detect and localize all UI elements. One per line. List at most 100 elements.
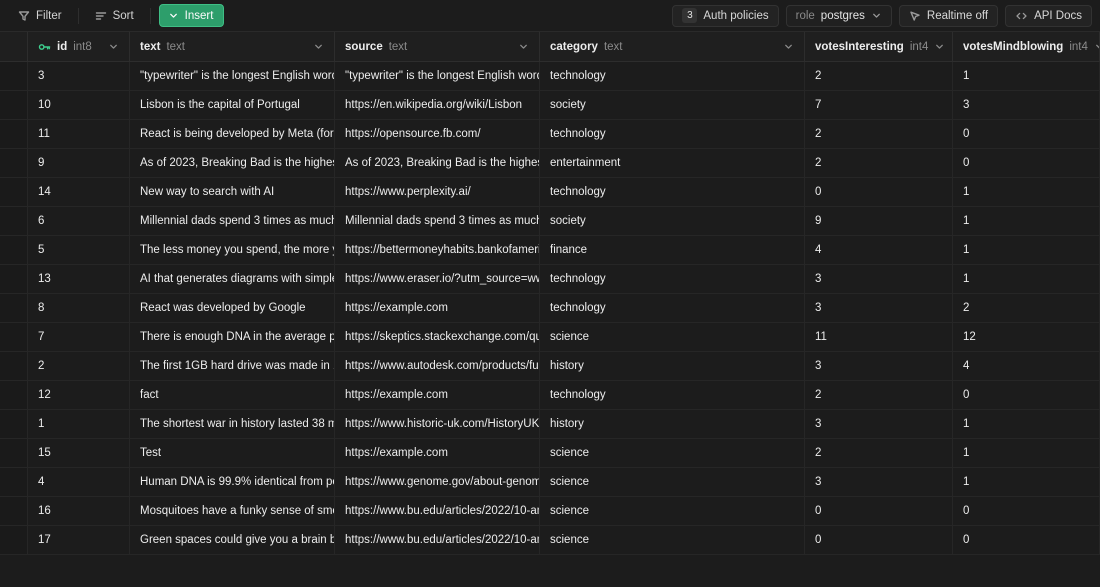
table-row[interactable]: 4 Human DNA is 99.9% identical from pers h… [0,468,1100,497]
cell-source[interactable]: https://en.wikipedia.org/wiki/Lisbon [335,91,540,119]
cell-text[interactable]: React was developed by Google [130,294,335,322]
cell-votesmindblowing[interactable]: 2 [953,294,1100,322]
cell-votesmindblowing[interactable]: 0 [953,526,1100,554]
column-header-source[interactable]: source text [335,32,540,61]
filter-button[interactable]: Filter [10,5,70,27]
cell-id[interactable]: 11 [28,120,130,148]
cell-category[interactable]: technology [540,381,805,409]
cell-source[interactable]: https://bettermoneyhabits.bankofamerica [335,236,540,264]
realtime-toggle-button[interactable]: Realtime off [898,4,999,27]
cell-votesinteresting[interactable]: 7 [805,91,953,119]
cell-category[interactable]: history [540,352,805,380]
cell-votesmindblowing[interactable]: 1 [953,178,1100,206]
row-select-gutter[interactable] [0,120,28,148]
cell-source[interactable]: https://www.bu.edu/articles/2022/10-am [335,526,540,554]
cell-votesinteresting[interactable]: 3 [805,410,953,438]
cell-id[interactable]: 8 [28,294,130,322]
row-select-gutter[interactable] [0,526,28,554]
cell-source[interactable]: https://opensource.fb.com/ [335,120,540,148]
table-row[interactable]: 3 "typewriter" is the longest English wor… [0,62,1100,91]
cell-source[interactable]: https://example.com [335,381,540,409]
table-row[interactable]: 11 React is being developed by Meta (form… [0,120,1100,149]
cell-id[interactable]: 6 [28,207,130,235]
row-select-gutter[interactable] [0,62,28,90]
cell-source[interactable]: https://example.com [335,294,540,322]
cell-votesinteresting[interactable]: 3 [805,265,953,293]
cell-id[interactable]: 1 [28,410,130,438]
cell-text[interactable]: React is being developed by Meta (forme [130,120,335,148]
chevron-down-icon[interactable] [313,41,324,52]
cell-votesinteresting[interactable]: 2 [805,62,953,90]
cell-votesinteresting[interactable]: 4 [805,236,953,264]
cell-id[interactable]: 4 [28,468,130,496]
cell-text[interactable]: There is enough DNA in the average pers [130,323,335,351]
cell-text[interactable]: "typewriter" is the longest English word… [130,62,335,90]
cell-category[interactable]: society [540,91,805,119]
cell-votesinteresting[interactable]: 0 [805,526,953,554]
row-select-gutter[interactable] [0,410,28,438]
cell-votesmindblowing[interactable]: 0 [953,497,1100,525]
cell-source[interactable]: https://www.genome.gov/about-genomic [335,468,540,496]
cell-id[interactable]: 7 [28,323,130,351]
table-row[interactable]: 15 Test https://example.com science 2 1 [0,439,1100,468]
cell-text[interactable]: Green spaces could give you a brain boos [130,526,335,554]
role-selector[interactable]: role postgres [785,4,892,27]
row-select-gutter[interactable] [0,149,28,177]
table-row[interactable]: 1 The shortest war in history lasted 38 m… [0,410,1100,439]
cell-id[interactable]: 14 [28,178,130,206]
cell-text[interactable]: AI that generates diagrams with simple t… [130,265,335,293]
cell-category[interactable]: society [540,207,805,235]
cell-votesinteresting[interactable]: 9 [805,207,953,235]
row-select-gutter[interactable] [0,265,28,293]
auth-policies-button[interactable]: 3 Auth policies [672,4,779,27]
cell-id[interactable]: 15 [28,439,130,467]
cell-source[interactable]: https://www.bu.edu/articles/2022/10-am [335,497,540,525]
cell-text[interactable]: fact [130,381,335,409]
cell-id[interactable]: 2 [28,352,130,380]
table-row[interactable]: 8 React was developed by Google https://ex… [0,294,1100,323]
cell-text[interactable]: Lisbon is the capital of Portugal [130,91,335,119]
cell-text[interactable]: Human DNA is 99.9% identical from pers [130,468,335,496]
cell-votesmindblowing[interactable]: 1 [953,439,1100,467]
cell-source[interactable]: https://www.autodesk.com/products/fusi [335,352,540,380]
chevron-down-icon[interactable] [783,41,794,52]
cell-category[interactable]: technology [540,178,805,206]
row-select-gutter[interactable] [0,207,28,235]
row-select-gutter[interactable] [0,381,28,409]
cell-votesmindblowing[interactable]: 3 [953,91,1100,119]
cell-source[interactable]: https://www.eraser.io/?utm_source=www [335,265,540,293]
row-select-gutter[interactable] [0,323,28,351]
cell-source[interactable]: https://skeptics.stackexchange.com/ques [335,323,540,351]
cell-source[interactable]: https://example.com [335,439,540,467]
cell-category[interactable]: technology [540,62,805,90]
chevron-down-icon[interactable] [934,41,945,52]
cell-category[interactable]: finance [540,236,805,264]
sort-button[interactable]: Sort [87,5,142,27]
table-row[interactable]: 16 Mosquitoes have a funky sense of smell… [0,497,1100,526]
cell-votesinteresting[interactable]: 2 [805,149,953,177]
cell-id[interactable]: 13 [28,265,130,293]
cell-id[interactable]: 3 [28,62,130,90]
select-all-gutter-header[interactable] [0,32,28,61]
cell-source[interactable]: "typewriter" is the longest English word… [335,62,540,90]
cell-text[interactable]: New way to search with AI [130,178,335,206]
cell-votesmindblowing[interactable]: 1 [953,62,1100,90]
table-row[interactable]: 9 As of 2023, Breaking Bad is the highest… [0,149,1100,178]
row-select-gutter[interactable] [0,236,28,264]
chevron-down-icon[interactable] [1094,41,1099,52]
table-row[interactable]: 10 Lisbon is the capital of Portugal https… [0,91,1100,120]
cell-source[interactable]: Millennial dads spend 3 times as much ti… [335,207,540,235]
table-row[interactable]: 13 AI that generates diagrams with simple… [0,265,1100,294]
column-header-votesmindblowing[interactable]: votesMindblowing int4 [953,32,1100,61]
cell-category[interactable]: history [540,410,805,438]
cell-source[interactable]: https://www.historic-uk.com/HistoryUK/ [335,410,540,438]
cell-text[interactable]: The shortest war in history lasted 38 mi… [130,410,335,438]
cell-votesmindblowing[interactable]: 0 [953,149,1100,177]
cell-votesinteresting[interactable]: 3 [805,352,953,380]
cell-votesinteresting[interactable]: 2 [805,381,953,409]
cell-votesinteresting[interactable]: 3 [805,294,953,322]
cell-votesmindblowing[interactable]: 0 [953,120,1100,148]
row-select-gutter[interactable] [0,439,28,467]
cell-votesinteresting[interactable]: 2 [805,439,953,467]
cell-text[interactable]: Mosquitoes have a funky sense of smell [130,497,335,525]
